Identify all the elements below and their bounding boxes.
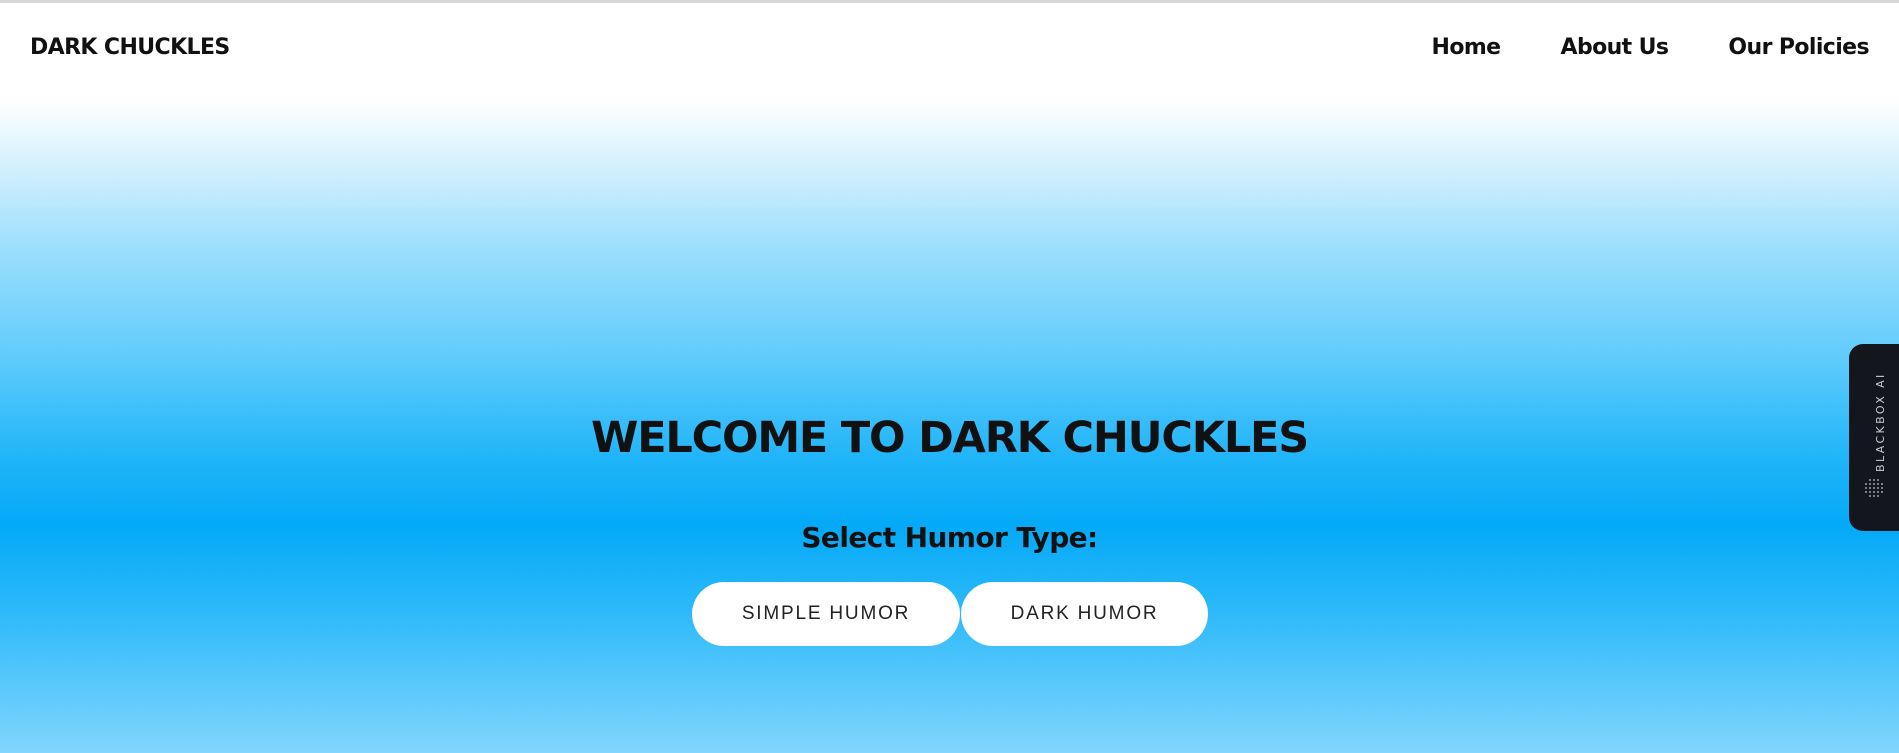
hero-title: WELCOME TO DARK CHUCKLES — [591, 413, 1309, 463]
top-border — [0, 0, 1899, 3]
dark-humor-button[interactable]: DARK HUMOR — [961, 582, 1208, 646]
brand-logo[interactable]: DARK CHUCKLES — [30, 35, 230, 60]
humor-type-heading: Select Humor Type: — [801, 521, 1098, 554]
humor-type-buttons: SIMPLE HUMOR DARK HUMOR — [692, 582, 1208, 646]
blackbox-ai-label: BLACKBOX AI — [1874, 372, 1887, 472]
simple-humor-button[interactable]: SIMPLE HUMOR — [692, 582, 960, 646]
blackbox-ai-side-tab[interactable]: BLACKBOX AI — [1849, 344, 1899, 531]
nav-our-policies-link[interactable]: Our Policies — [1728, 35, 1869, 60]
dotted-sphere-icon — [1865, 479, 1883, 497]
nav-home-link[interactable]: Home — [1432, 35, 1502, 60]
nav-about-us-link[interactable]: About Us — [1561, 35, 1669, 60]
main-nav: Home About Us Our Policies — [1432, 35, 1870, 60]
